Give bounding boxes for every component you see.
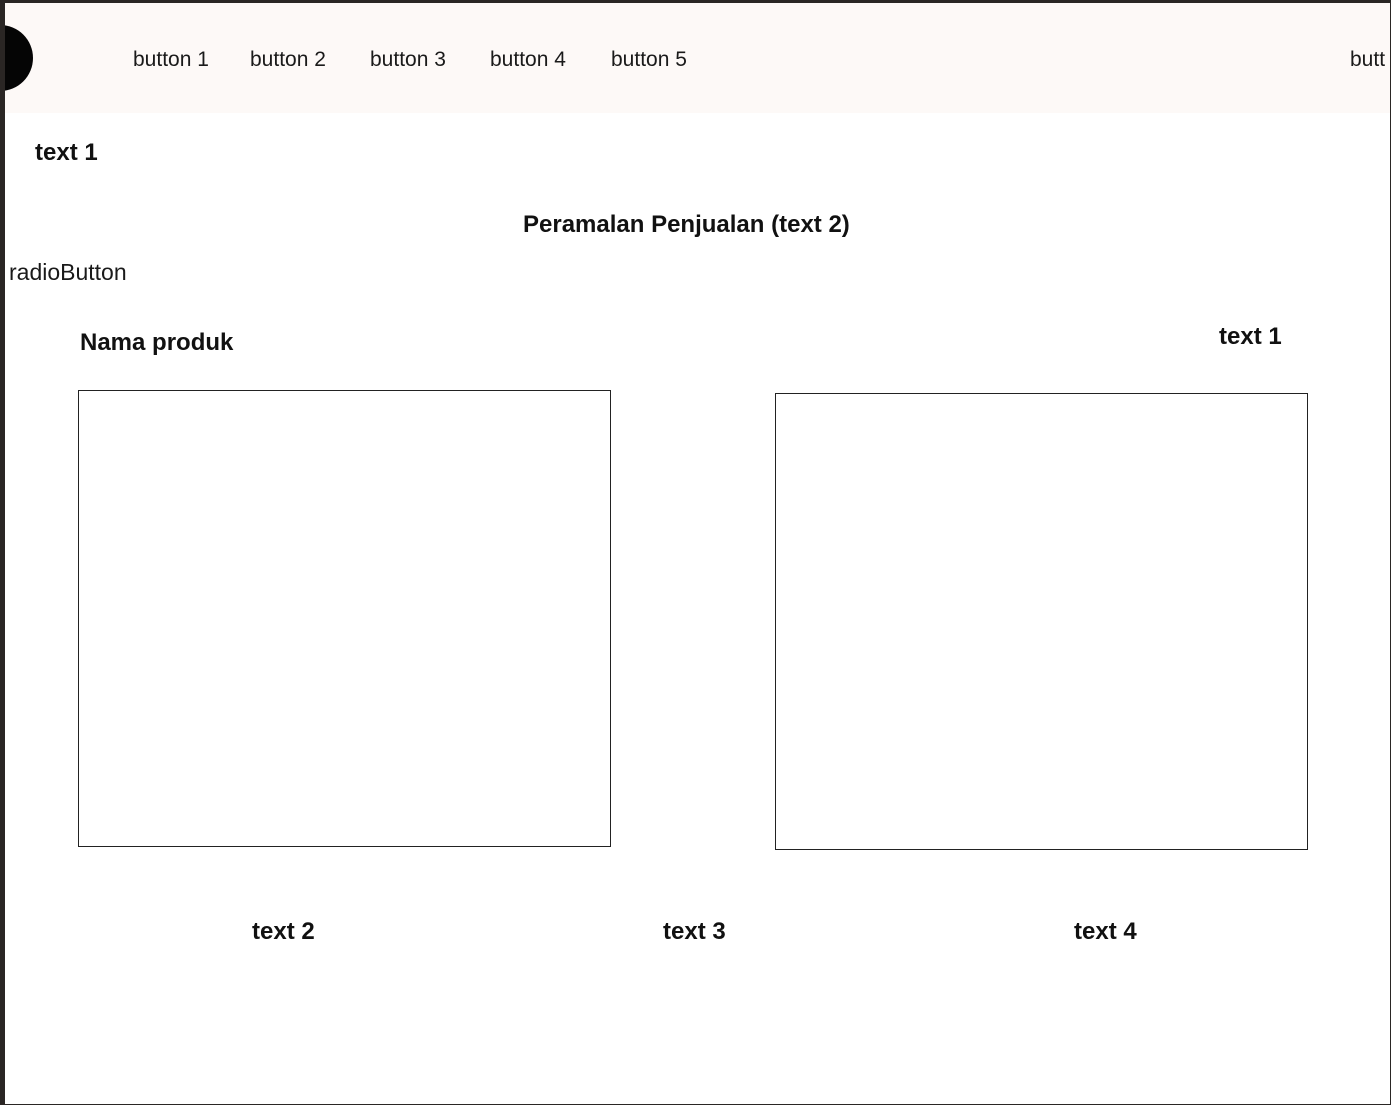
- bottom-text-3: text 3: [663, 918, 726, 945]
- logo-circle[interactable]: [5, 25, 33, 91]
- nav-button-5[interactable]: button 5: [611, 47, 687, 73]
- nav-button-2[interactable]: button 2: [250, 47, 326, 73]
- radio-button[interactable]: radioButton: [9, 259, 127, 286]
- bottom-text-4: text 4: [1074, 918, 1137, 945]
- text-1-right: text 1: [1219, 323, 1282, 350]
- nav-button-right-partial[interactable]: butt: [1350, 47, 1385, 73]
- product-name-label: Nama produk: [80, 329, 234, 356]
- nav-button-4[interactable]: button 4: [490, 47, 566, 73]
- text-1-top: text 1: [35, 139, 98, 166]
- right-content-box: [775, 393, 1308, 850]
- nav-button-3[interactable]: button 3: [370, 47, 446, 73]
- bottom-text-2: text 2: [252, 918, 315, 945]
- top-navbar: button 1 button 2 button 3 button 4 butt…: [5, 3, 1390, 113]
- page-canvas: button 1 button 2 button 3 button 4 butt…: [5, 3, 1390, 1104]
- nav-button-1[interactable]: button 1: [133, 47, 209, 73]
- left-content-box: [78, 390, 611, 847]
- page-title: Peramalan Penjualan (text 2): [523, 211, 850, 238]
